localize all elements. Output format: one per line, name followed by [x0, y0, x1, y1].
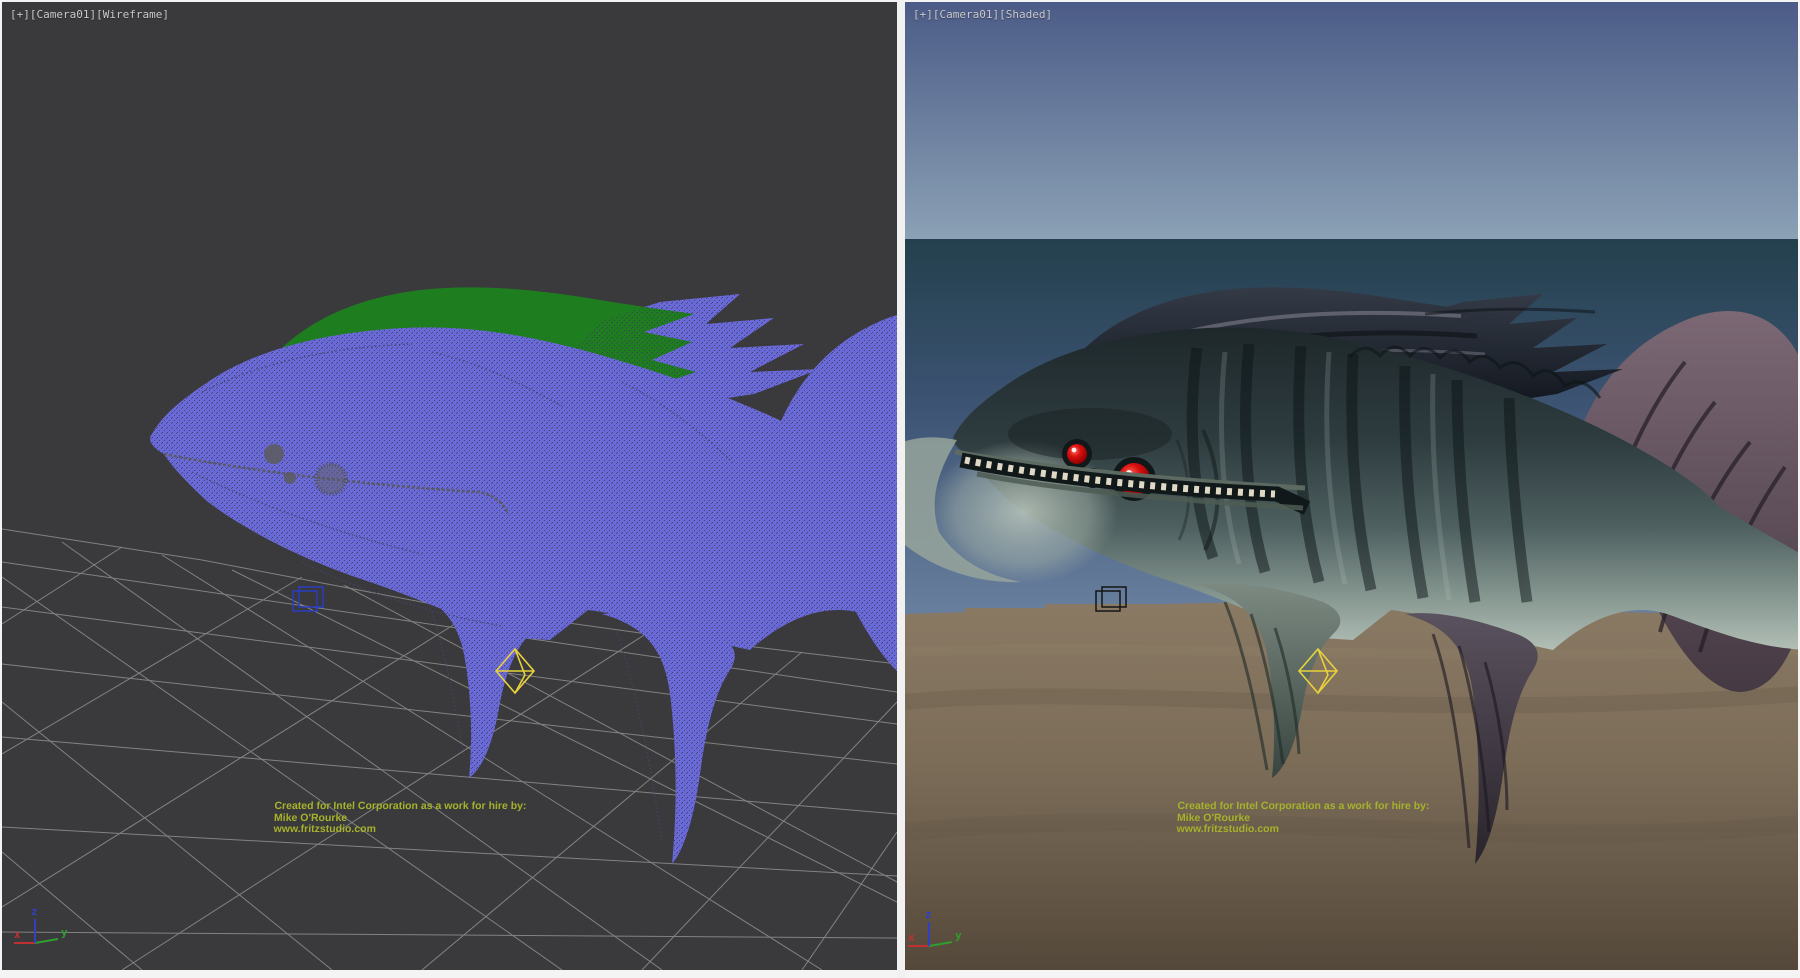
- viewport-splitter[interactable]: [897, 0, 905, 978]
- axis-z-label: z: [925, 908, 932, 921]
- viewport-shading-menu[interactable]: [Shaded]: [999, 8, 1052, 21]
- viewport-shading-menu[interactable]: [Wireframe]: [96, 8, 169, 21]
- axis-z-label: z: [31, 905, 38, 918]
- eye-red-small: [1067, 444, 1087, 464]
- viewport-right-shaded[interactable]: x y z [+][Camera01][Shaded] Created for …: [905, 2, 1798, 970]
- eye-left-small: [264, 444, 284, 464]
- viewport-label-right: [+][Camera01][Shaded]: [913, 8, 1052, 21]
- axis-x-label: x: [908, 931, 915, 944]
- watermark-text-left: Created for Intel Corporation as a work …: [273, 801, 526, 836]
- viewport-label-left: [+][Camera01][Wireframe]: [10, 8, 169, 21]
- viewport-expand-control[interactable]: [+]: [913, 8, 933, 21]
- viewport-expand-control[interactable]: [+]: [10, 8, 30, 21]
- viewport-camera-menu[interactable]: [Camera01]: [30, 8, 96, 21]
- axis-x-label: x: [14, 928, 21, 941]
- sky-backdrop: [905, 2, 1798, 239]
- watermark-text-right: Created for Intel Corporation as a work …: [1176, 801, 1429, 836]
- viewport-left-wireframe[interactable]: x y z [+][Camera01][Wireframe] Created f…: [2, 2, 897, 970]
- viewport-area: x y z [+][Camera01][Wireframe] Created f…: [0, 0, 1800, 978]
- viewport-camera-menu[interactable]: [Camera01]: [933, 8, 999, 21]
- axis-y-label: y: [61, 926, 68, 939]
- axis-y-label: y: [955, 929, 962, 942]
